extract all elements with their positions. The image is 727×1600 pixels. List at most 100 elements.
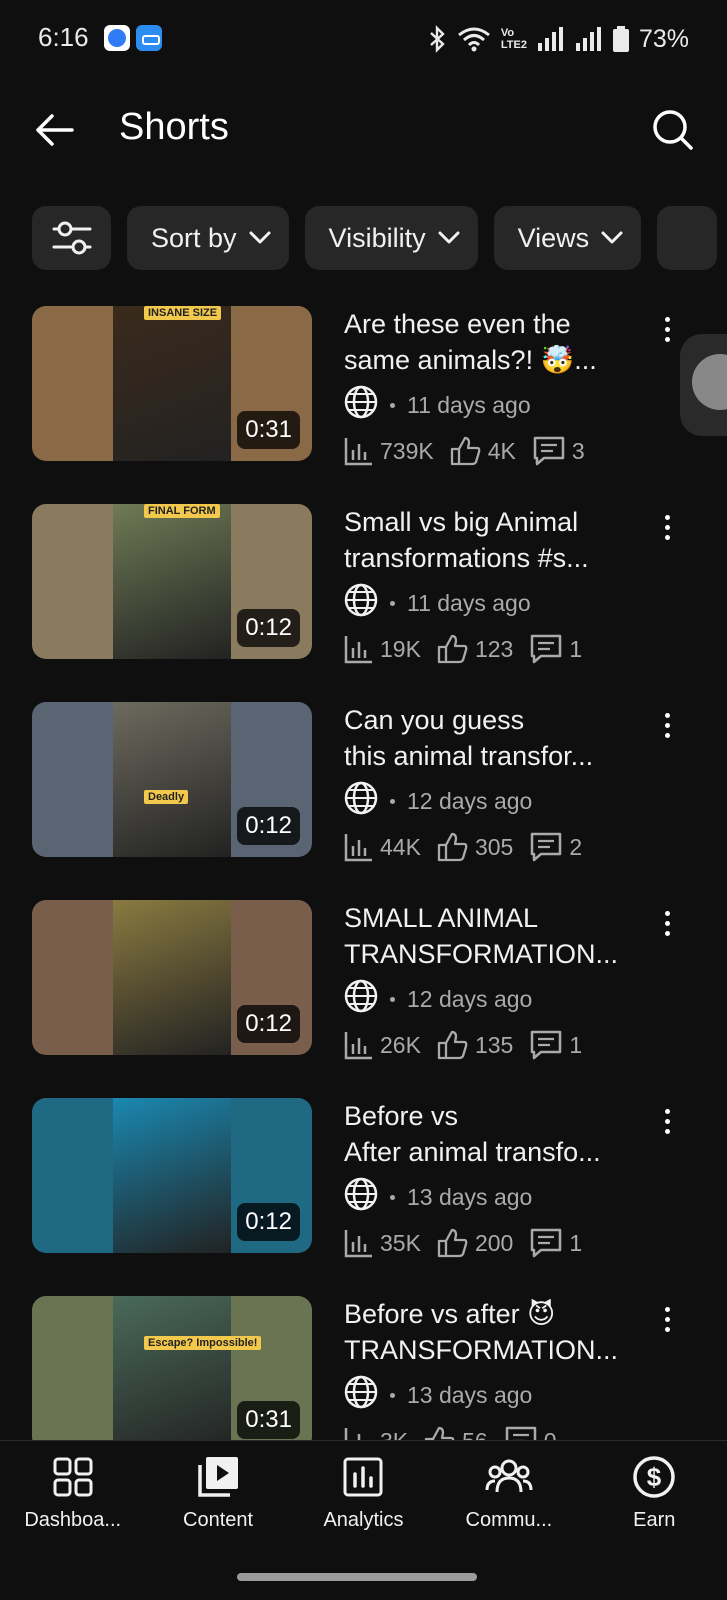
more-options-button[interactable]	[655, 312, 679, 346]
video-stats: 19K 123 1	[344, 632, 634, 666]
comment-icon	[532, 435, 566, 467]
floating-bubble-handle[interactable]	[680, 334, 727, 436]
views-stat: 739K	[344, 436, 434, 466]
video-row[interactable]: 0:12 SMALL ANIMAL TRANSFORMATION... 12 d…	[0, 900, 727, 1098]
video-meta: 13 days ago	[344, 1375, 634, 1412]
separator-dot	[390, 1392, 395, 1398]
separator-dot	[390, 1194, 395, 1200]
bar-chart-icon	[344, 634, 374, 664]
likes-count: 135	[474, 1031, 514, 1058]
video-title[interactable]: SMALL ANIMAL TRANSFORMATION...	[344, 900, 634, 972]
comments-count: 1	[569, 1031, 583, 1058]
video-thumbnail[interactable]: Escape? Impossible! 0:31	[32, 1296, 312, 1451]
video-title-line: this animal transfor...	[344, 741, 594, 771]
video-title[interactable]: Can you guess this animal transfor...	[344, 702, 634, 774]
video-title[interactable]: Small vs big Animal transformations #s..…	[344, 504, 634, 576]
separator-dot	[390, 798, 395, 804]
svg-text:$: $	[647, 1462, 662, 1492]
video-duration: 0:12	[237, 609, 300, 647]
nav-dashboard[interactable]: Dashboa...	[0, 1451, 145, 1532]
video-info: Before vs After animal transfo... 13 day…	[344, 1098, 634, 1260]
video-info: Before vs after 😈 TRANSFORMATION... 13 d…	[344, 1296, 634, 1458]
nav-analytics[interactable]: Analytics	[291, 1451, 436, 1532]
video-age: 11 days ago	[407, 391, 531, 418]
video-stats: 739K 4K 3	[344, 434, 634, 468]
video-row[interactable]: FINAL FORM 0:12 Small vs big Animal tran…	[0, 504, 727, 702]
dot	[664, 712, 670, 718]
video-info: Small vs big Animal transformations #s..…	[344, 504, 634, 666]
video-thumbnail[interactable]: FINAL FORM 0:12	[32, 504, 312, 659]
dot	[664, 1108, 670, 1114]
back-button[interactable]	[28, 104, 80, 156]
video-title-line: Before vs	[344, 1101, 459, 1131]
status-indicators: Vo LTE2 73%	[427, 22, 689, 56]
network-label-bottom: LTE2	[500, 39, 527, 51]
comments-stat: 1	[529, 633, 582, 665]
video-title[interactable]: Before vs After animal transfo...	[344, 1098, 634, 1170]
dot	[664, 514, 670, 520]
search-button[interactable]	[647, 104, 699, 156]
dot	[664, 1128, 670, 1134]
likes-count: 305	[474, 833, 514, 860]
views-stat: 19K	[344, 634, 421, 664]
more-options-button[interactable]	[655, 510, 679, 544]
thumbs-up-icon	[437, 832, 469, 862]
home-indicator[interactable]	[237, 1573, 477, 1581]
chip-label: Sort by	[151, 222, 237, 253]
comments-count: 3	[571, 437, 585, 464]
sort-by-chip[interactable]: Sort by	[127, 206, 289, 270]
video-thumbnail[interactable]: INSANE SIZE 0:31	[32, 306, 312, 461]
video-row[interactable]: 0:12 Before vs After animal transfo... 1…	[0, 1098, 727, 1296]
video-age: 11 days ago	[407, 589, 531, 616]
more-options-button[interactable]	[655, 906, 679, 940]
video-row[interactable]: INSANE SIZE 0:31 Are these even the same…	[0, 306, 727, 504]
dot	[664, 1306, 670, 1312]
more-options-button[interactable]	[655, 1104, 679, 1138]
more-filter-chip[interactable]	[657, 206, 718, 270]
more-options-button[interactable]	[655, 1302, 679, 1336]
nav-earn[interactable]: $ Earn	[582, 1451, 727, 1532]
video-thumbnail[interactable]: 0:12	[32, 1098, 312, 1253]
video-title[interactable]: Are these even the same animals?! 🤯...	[344, 306, 634, 378]
views-chip[interactable]: Views	[493, 206, 642, 270]
likes-stat: 135	[437, 1030, 513, 1060]
bottom-navigation: Dashboa... Content Analytics Commu... $ …	[0, 1440, 727, 1600]
video-row[interactable]: Deadly 0:12 Can you guess this animal tr…	[0, 702, 727, 900]
likes-stat: 123	[437, 634, 513, 664]
video-thumbnail[interactable]: 0:12	[32, 900, 312, 1055]
globe-icon	[344, 979, 378, 1019]
video-duration: 0:12	[237, 1005, 300, 1043]
nav-label: Dashboa...	[24, 1509, 122, 1531]
nav-label: Analytics	[323, 1509, 404, 1531]
thumbnail-image	[113, 702, 231, 857]
views-count: 44K	[380, 833, 421, 860]
chevron-down-icon	[249, 231, 271, 244]
status-time: 6:16	[38, 22, 89, 52]
page-title: Shorts	[119, 106, 229, 148]
video-title-line: Are these even the	[344, 309, 571, 339]
comments-stat: 2	[529, 831, 582, 863]
video-title[interactable]: Before vs after 😈 TRANSFORMATION...	[344, 1296, 634, 1368]
video-duration: 0:31	[237, 1401, 300, 1439]
nav-community[interactable]: Commu...	[436, 1451, 581, 1532]
views-stat: 44K	[344, 832, 421, 862]
network-label-top: Vo	[500, 27, 515, 39]
thumbs-up-icon	[437, 634, 469, 664]
likes-count: 200	[474, 1229, 514, 1256]
video-title-line: SMALL ANIMAL	[344, 903, 539, 933]
bar-chart-icon	[344, 832, 374, 862]
more-options-button[interactable]	[655, 708, 679, 742]
globe-icon	[344, 781, 378, 821]
thumbs-up-icon	[437, 1030, 469, 1060]
thumbnail-caption: Deadly	[144, 790, 189, 804]
visibility-chip[interactable]: Visibility	[304, 206, 478, 270]
dot	[664, 336, 670, 342]
dot	[664, 910, 670, 916]
filter-settings-button[interactable]	[32, 206, 111, 270]
nav-content[interactable]: Content	[145, 1451, 290, 1532]
likes-count: 4K	[487, 437, 516, 464]
video-meta: 13 days ago	[344, 1177, 634, 1214]
video-thumbnail[interactable]: Deadly 0:12	[32, 702, 312, 857]
globe-icon	[344, 385, 378, 425]
video-stats: 44K 305 2	[344, 830, 634, 864]
